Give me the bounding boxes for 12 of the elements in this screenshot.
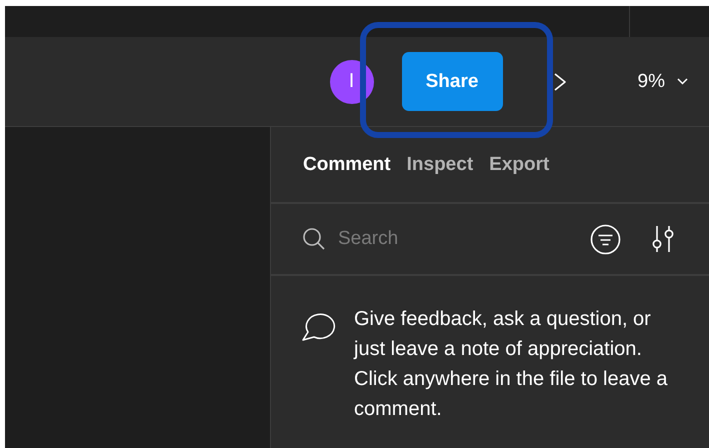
search-icon	[302, 227, 326, 251]
panel-tab[interactable]: Inspect	[400, 150, 480, 180]
search-field[interactable]: Search	[338, 226, 578, 252]
panel-tab[interactable]: Export	[483, 150, 556, 180]
share-button[interactable]: Share	[402, 52, 503, 111]
sliders-icon[interactable]	[651, 225, 675, 253]
chevron-down-icon[interactable]	[677, 78, 688, 85]
filter-icon[interactable]	[590, 224, 621, 254]
empty-state-message: Give feedback, ask a question, or just leave a note of appreciation. Click anywhere in the file to leave a comment.	[354, 307, 668, 422]
zoom-level[interactable]: 9%	[638, 70, 665, 92]
panel-tab[interactable]: Comment	[297, 150, 397, 180]
play-icon[interactable]	[552, 72, 567, 92]
